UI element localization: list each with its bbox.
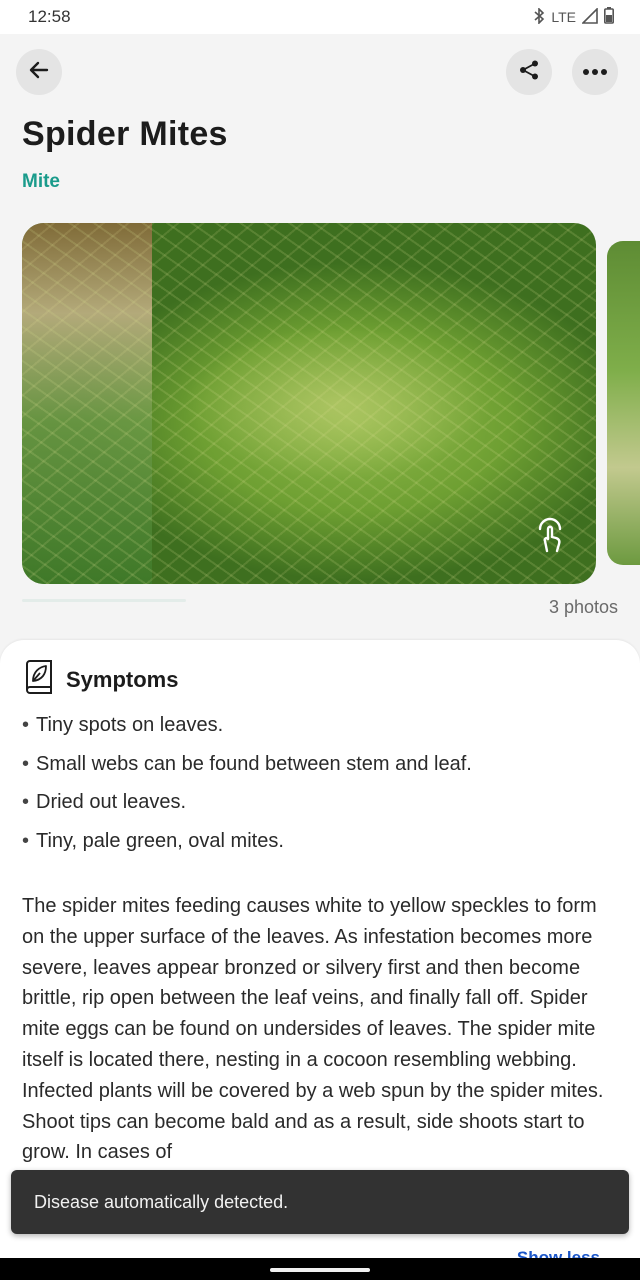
book-leaf-icon: [22, 660, 54, 699]
bullet-dot: •: [22, 830, 30, 853]
photo-leaf-texture: [22, 223, 596, 584]
system-navigation-bar: [0, 1258, 640, 1280]
bullet-dot: •: [22, 714, 30, 736]
network-type: LTE: [551, 9, 576, 25]
symptoms-header: Symptoms: [22, 660, 178, 699]
photos-count: 3 photos: [548, 597, 618, 617]
back-arrow-icon: [27, 58, 51, 87]
snackbar-message: Disease automatically detected.: [34, 1191, 289, 1212]
page-title: Spider Mites: [22, 115, 228, 153]
status-time: 12:58: [28, 7, 71, 26]
bullet-dot: •: [22, 791, 30, 814]
status-icons: LTE: [533, 6, 614, 27]
category-label: Mite: [22, 171, 60, 192]
symptoms-list: • Tiny spots on leaves. • Small webs can b…: [22, 714, 472, 869]
home-gesture-handle[interactable]: [270, 1268, 370, 1272]
list-item: • Small webs can be found between stem an…: [22, 753, 472, 792]
share-button[interactable]: [506, 49, 552, 95]
symptom-text: Dried out leaves.: [36, 791, 187, 814]
symptom-text: Tiny spots on leaves.: [36, 714, 224, 736]
tap-hand-icon: [528, 513, 572, 557]
symptoms-description: The spider mites feeding causes white to…: [22, 895, 604, 1164]
symptoms-heading: Symptoms: [66, 666, 179, 692]
symptom-text: Tiny, pale green, oval mites.: [36, 830, 284, 853]
status-bar: 12:58 LTE: [0, 0, 640, 34]
top-app-bar: [0, 34, 640, 114]
list-item: • Tiny spots on leaves.: [22, 714, 472, 753]
disease-photo[interactable]: [22, 223, 596, 584]
list-item: • Tiny, pale green, oval mites.: [22, 830, 472, 869]
list-item: • Dried out leaves.: [22, 791, 472, 830]
next-photo-preview[interactable]: [607, 241, 640, 565]
battery-icon: [604, 7, 614, 27]
gallery-scroll-indicator: [22, 599, 186, 602]
symptom-text: Small webs can be found between stem and…: [36, 752, 472, 775]
signal-icon: [581, 6, 598, 27]
share-icon: [518, 59, 540, 86]
bullet-dot: •: [22, 752, 30, 775]
back-button[interactable]: [16, 49, 62, 95]
more-options-icon: [583, 63, 607, 81]
snackbar: Disease automatically detected.: [11, 1170, 629, 1234]
bluetooth-icon: [533, 6, 545, 27]
more-options-button[interactable]: [572, 49, 618, 95]
